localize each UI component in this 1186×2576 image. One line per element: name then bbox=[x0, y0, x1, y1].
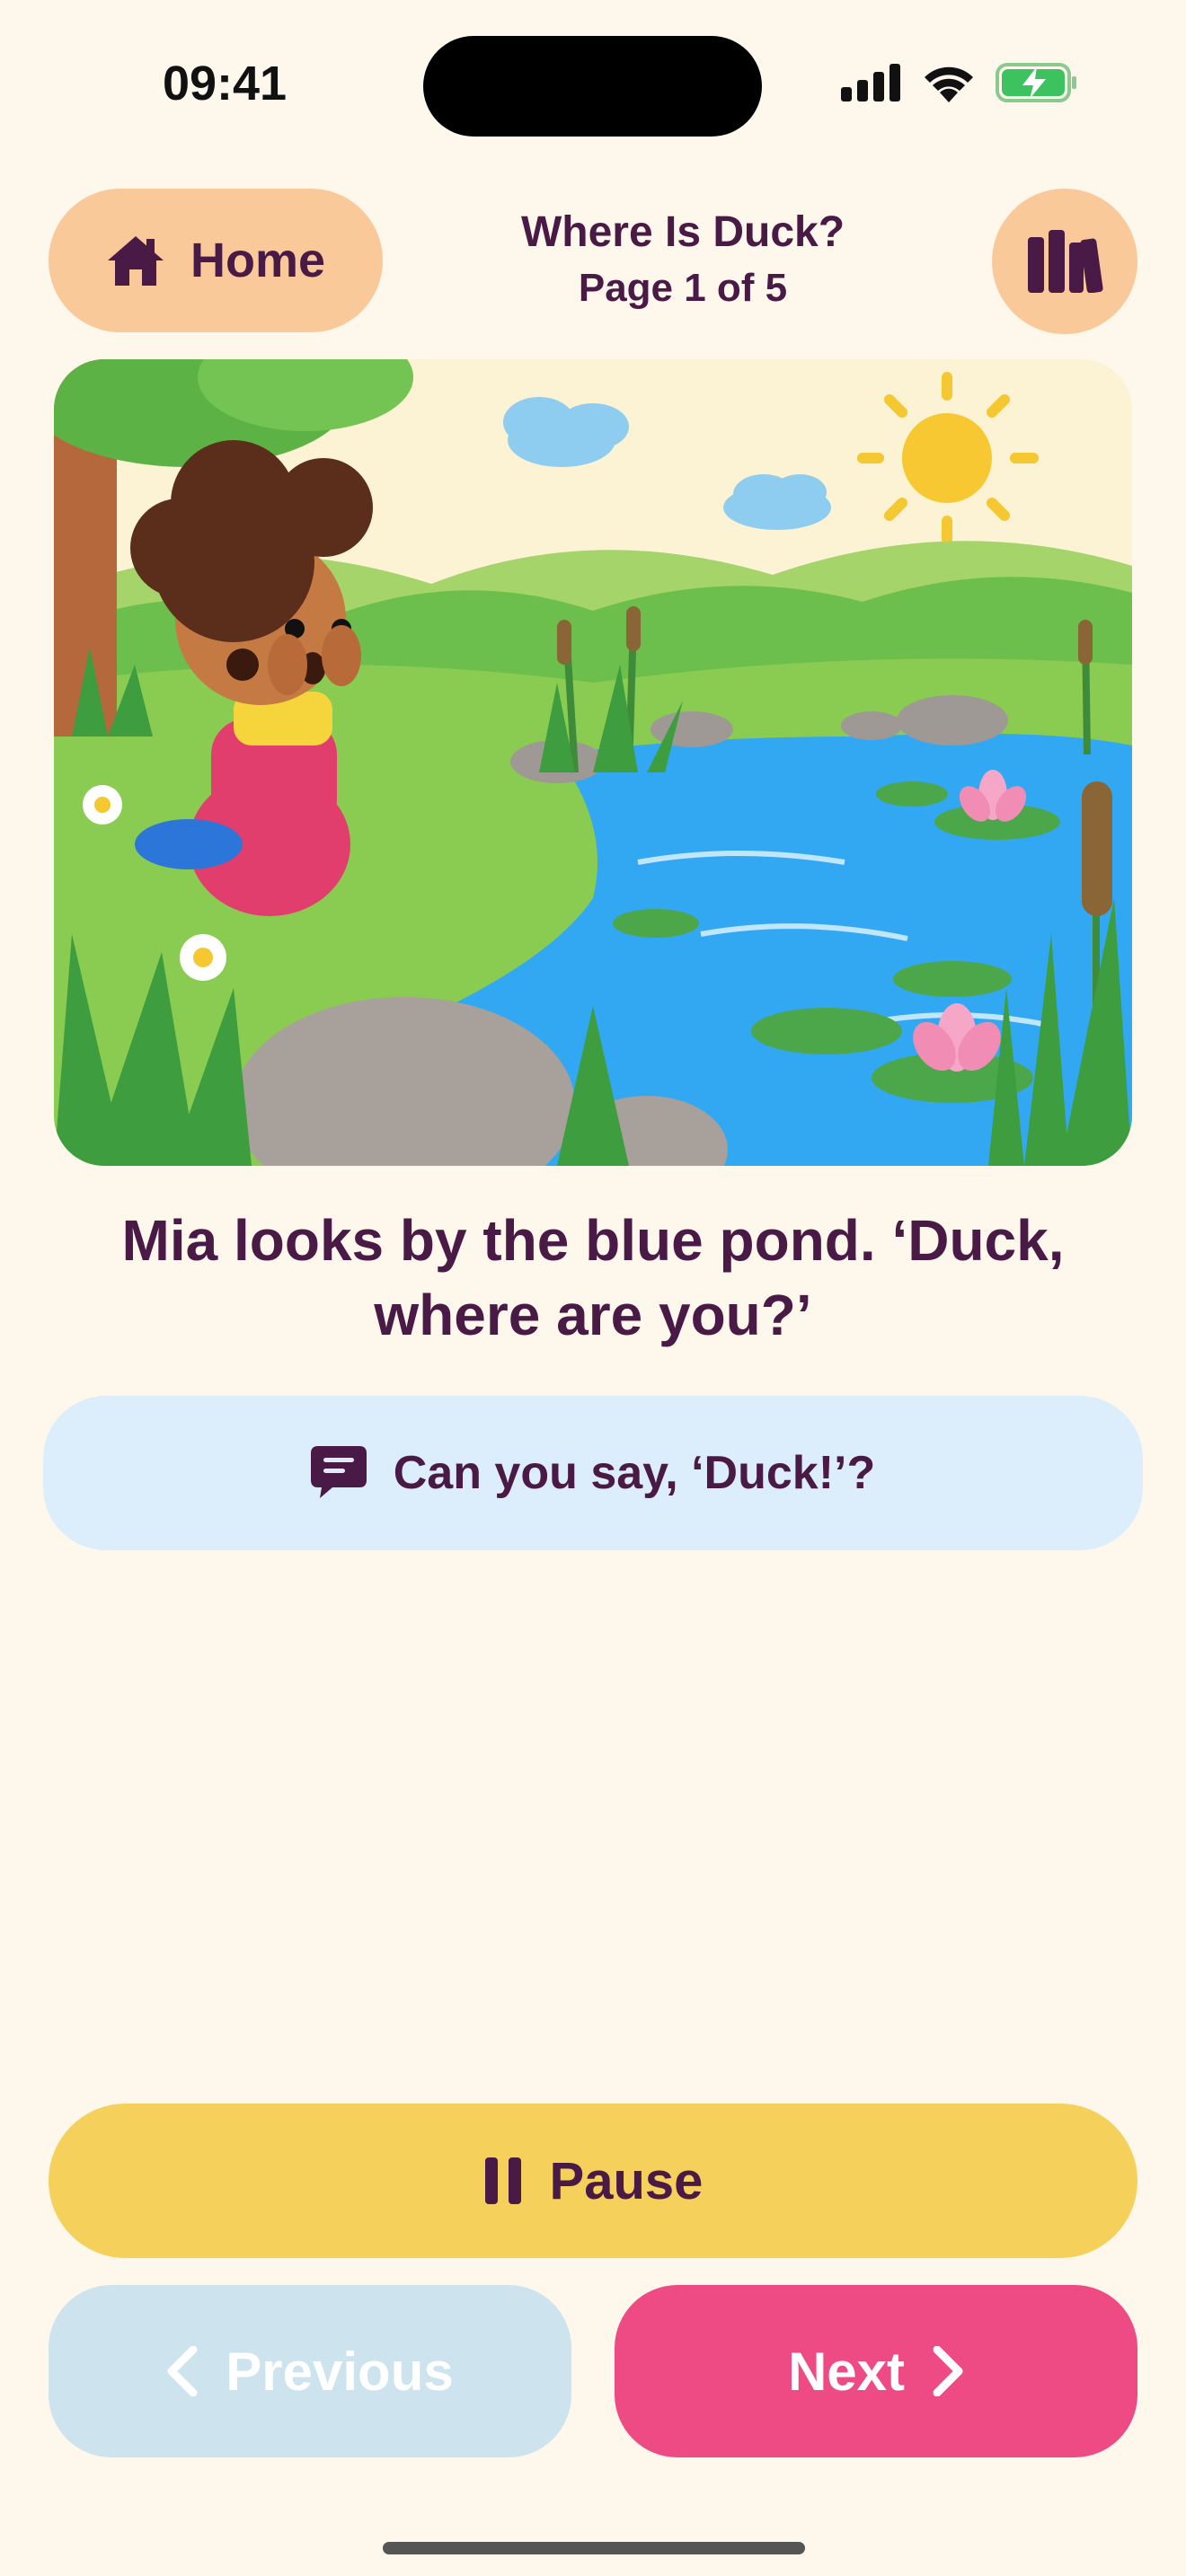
story-text: Mia looks by the blue pond. ‘Duck, where… bbox=[121, 1208, 1065, 1348]
next-button[interactable]: Next bbox=[615, 2285, 1137, 2457]
daisy-2 bbox=[180, 934, 226, 981]
pause-icon bbox=[484, 2157, 521, 2204]
previous-button-label: Previous bbox=[226, 2341, 454, 2402]
cloud-2 bbox=[723, 474, 831, 530]
speaking-prompt: Can you say, ‘Duck!’? bbox=[43, 1396, 1143, 1550]
home-button-label: Home bbox=[190, 234, 326, 287]
previous-button[interactable]: Previous bbox=[49, 2285, 571, 2457]
pause-button-label: Pause bbox=[549, 2151, 704, 2210]
bookshelf-icon bbox=[1028, 230, 1103, 293]
house-icon bbox=[107, 236, 164, 286]
library-button[interactable] bbox=[992, 189, 1137, 334]
battery-charging-icon bbox=[996, 63, 1076, 102]
page-indicator: Page 1 of 5 bbox=[578, 266, 788, 311]
story-illustration bbox=[54, 359, 1132, 1166]
pause-button[interactable]: Pause bbox=[49, 2104, 1137, 2258]
chevron-left-icon bbox=[167, 2346, 198, 2396]
chevron-right-icon bbox=[933, 2346, 963, 2396]
prompt-text: Can you say, ‘Duck!’? bbox=[393, 1447, 876, 1499]
status-time: 09:41 bbox=[162, 57, 288, 110]
home-button[interactable]: Home bbox=[49, 189, 383, 332]
book-header: Where Is Duck? Page 1 of 5 bbox=[413, 205, 952, 316]
next-button-label: Next bbox=[787, 2341, 906, 2402]
book-title: Where Is Duck? bbox=[520, 208, 845, 256]
cellular-signal-icon bbox=[841, 64, 900, 101]
home-indicator[interactable] bbox=[383, 2542, 805, 2554]
speech-bubble-icon bbox=[310, 1446, 367, 1498]
dynamic-island bbox=[423, 36, 762, 137]
wifi-icon bbox=[925, 66, 973, 102]
daisy-1 bbox=[83, 785, 122, 825]
status-icons bbox=[841, 63, 1078, 102]
